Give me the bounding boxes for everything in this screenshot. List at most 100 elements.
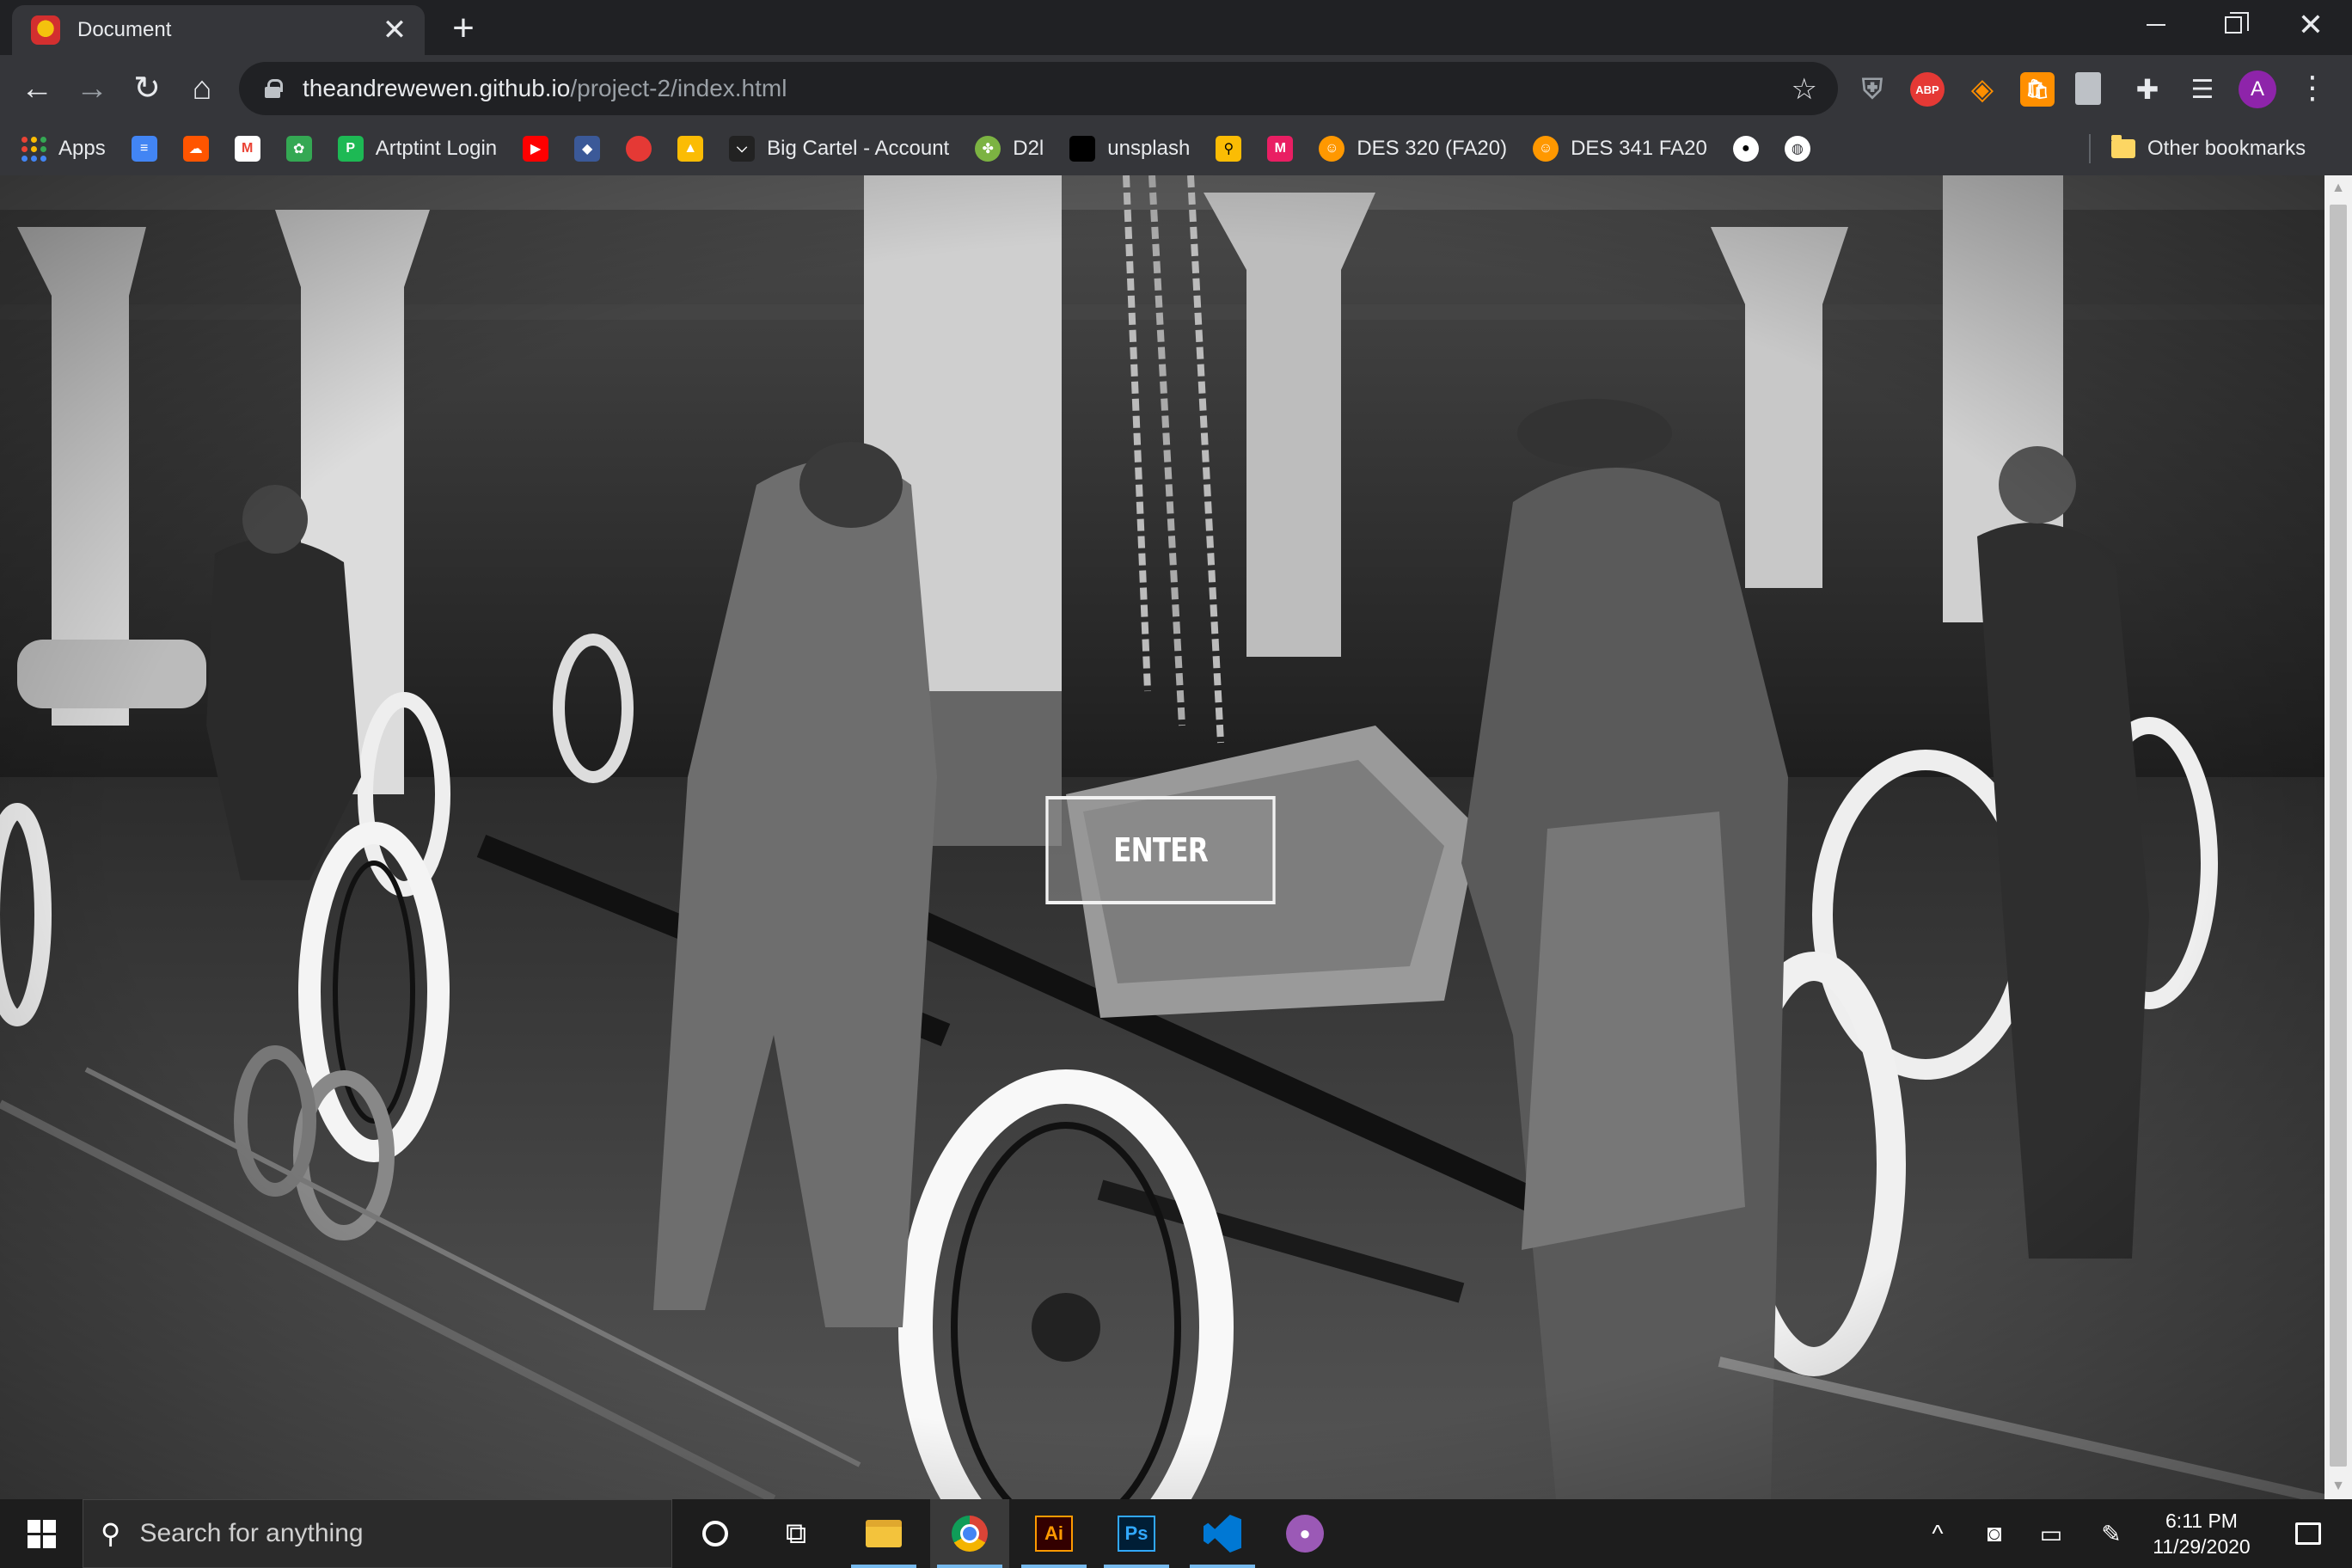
task-view-button[interactable]: ⧉ <box>756 1499 836 1568</box>
taskbar-clock[interactable]: 6:11 PM 11/29/2020 <box>2130 1508 2273 1559</box>
bookmark-globe[interactable]: ◍ <box>1784 127 1810 170</box>
start-button[interactable] <box>0 1499 83 1568</box>
profile-avatar[interactable]: A <box>2239 70 2276 108</box>
pen-icon[interactable]: ✎ <box>2086 1499 2137 1568</box>
bookmark-des-320[interactable]: ☺ DES 320 (FA20) <box>1319 127 1507 170</box>
document-extension-icon[interactable] <box>2075 72 2101 105</box>
vscode-icon <box>1204 1515 1241 1553</box>
page-scrollbar[interactable]: ▲ ▼ <box>2324 175 2352 1499</box>
shield-extension-icon[interactable]: ⛨ <box>1855 72 1890 107</box>
chrome-taskbar-button[interactable] <box>930 1499 1009 1568</box>
bookmark-unsplash[interactable]: unsplash <box>1069 127 1190 170</box>
tab-strip: Document ✕ + ✕ <box>0 0 2352 55</box>
bookmark-des-341[interactable]: ☺ DES 341 FA20 <box>1533 127 1707 170</box>
github-desktop-button[interactable]: ● <box>1265 1499 1344 1568</box>
taskbar-search-box[interactable]: ⚲ Search for anything <box>83 1499 672 1568</box>
green-logo-icon: ✿ <box>285 136 312 162</box>
bookmark-github[interactable]: ● <box>1732 127 1759 170</box>
browser-toolbar: ← → ↻ ⌂ theandrewewen.github.io/project-… <box>0 55 2352 122</box>
adblock-plus-icon[interactable]: ABP <box>1910 72 1945 107</box>
gmail-icon: M <box>234 136 260 162</box>
bookmark-label: Artptint Login <box>375 137 498 160</box>
close-window-button[interactable]: ✕ <box>2271 0 2350 50</box>
cortana-button[interactable] <box>676 1499 755 1568</box>
google-drive-icon: ▲ <box>677 136 704 162</box>
camera-device-icon[interactable]: ◙ <box>1969 1499 2020 1568</box>
scrollbar-thumb[interactable] <box>2330 205 2347 1467</box>
bookmark-d2l[interactable]: ✤ D2l <box>975 127 1044 170</box>
diamond-extension-icon[interactable]: ◈ <box>1965 72 2000 107</box>
chrome-icon <box>952 1516 988 1552</box>
big-cartel-icon: ⌵ <box>729 136 756 162</box>
bookmark-google-docs[interactable]: ≡ <box>131 127 157 170</box>
address-bar[interactable]: theandrewewen.github.io/project-2/index.… <box>239 62 1838 115</box>
show-hidden-icons-chevron-up-icon[interactable]: ^ <box>1912 1499 1963 1568</box>
forward-arrow-icon[interactable]: → <box>69 65 115 112</box>
browser-tab[interactable]: Document ✕ <box>12 5 425 55</box>
bookmarks-divider <box>2089 134 2091 163</box>
restore-button[interactable] <box>2194 0 2273 50</box>
tab-favicon-icon <box>31 15 60 45</box>
bookmark-label: Big Cartel - Account <box>767 137 950 160</box>
restore-icon <box>2225 12 2249 34</box>
scroll-up-arrow-icon[interactable]: ▲ <box>2324 175 2352 201</box>
new-tab-button[interactable]: + <box>440 7 487 50</box>
shopping-bag-extension-icon[interactable]: 🛍 <box>2020 72 2055 107</box>
bookmark-m-badge[interactable]: M <box>1267 127 1294 170</box>
search-magnifier-icon: ⚲ <box>1216 136 1242 162</box>
vscode-button[interactable] <box>1183 1499 1262 1568</box>
globe-icon: ◍ <box>1784 136 1810 162</box>
bookmark-multicolor[interactable] <box>626 127 652 170</box>
battery-icon[interactable]: ▭ <box>2025 1499 2077 1568</box>
photoshop-button[interactable]: Ps <box>1097 1499 1176 1568</box>
scroll-down-arrow-icon[interactable]: ▼ <box>2324 1473 2352 1499</box>
bookmark-youtube[interactable]: ▶ <box>523 127 549 170</box>
bookmark-apps[interactable]: Apps <box>21 127 106 170</box>
bookmark-google-drive[interactable]: ▲ <box>677 127 704 170</box>
back-arrow-icon[interactable]: ← <box>14 65 60 112</box>
illustrator-icon: Ai <box>1035 1516 1073 1552</box>
clock-time: 6:11 PM <box>2165 1510 2238 1532</box>
enter-button[interactable]: ENTER <box>1045 796 1276 904</box>
bookmark-soundcloud[interactable]: ☁ <box>182 127 209 170</box>
lock-icon[interactable] <box>265 79 283 98</box>
media-playlist-icon[interactable]: ☰ <box>2185 72 2220 107</box>
folder-icon <box>866 1520 902 1547</box>
windows-taskbar: ⚲ Search for anything ⧉ Ai Ps ● ^ ◙ ▭ ✎ … <box>0 1499 2352 1568</box>
url-path: /project-2/index.html <box>570 75 787 101</box>
search-icon: ⚲ <box>101 1518 121 1549</box>
illustrator-button[interactable]: Ai <box>1014 1499 1093 1568</box>
bookmark-blue-diamond[interactable]: ◆ <box>574 127 601 170</box>
bookmark-artptint[interactable]: P Artptint Login <box>337 127 498 170</box>
youtube-icon: ▶ <box>523 136 549 162</box>
multicolor-blob-icon <box>626 136 652 162</box>
course-emoji-icon: ☺ <box>1319 136 1345 162</box>
photoshop-icon: Ps <box>1118 1516 1155 1552</box>
blue-diamond-icon: ◆ <box>574 136 601 162</box>
task-view-icon: ⧉ <box>785 1516 807 1550</box>
action-center-button[interactable] <box>2278 1499 2338 1568</box>
home-icon[interactable]: ⌂ <box>179 65 225 112</box>
bookmark-star-icon[interactable]: ☆ <box>1792 72 1817 107</box>
github-icon: ● <box>1732 136 1759 162</box>
extensions-puzzle-icon[interactable]: ✚ <box>2130 72 2165 107</box>
tab-title: Document <box>77 18 172 41</box>
bookmark-green-logo[interactable]: ✿ <box>285 127 312 170</box>
bookmark-search-magnifier[interactable]: ⚲ <box>1216 127 1242 170</box>
course-emoji-icon: ☺ <box>1533 136 1559 162</box>
unsplash-icon <box>1069 136 1096 162</box>
reload-icon[interactable]: ↻ <box>124 65 170 112</box>
bookmark-label: D2l <box>1013 137 1044 160</box>
bookmark-label: Apps <box>58 137 106 160</box>
kebab-menu-icon[interactable]: ⋮ <box>2297 69 2328 107</box>
file-explorer-button[interactable] <box>844 1499 923 1568</box>
other-bookmarks[interactable]: Other bookmarks <box>2111 127 2306 170</box>
bookmark-label: DES 320 (FA20) <box>1357 137 1508 160</box>
url-host: theandrewewen.github.io <box>303 75 571 101</box>
tab-close-icon[interactable]: ✕ <box>380 15 409 45</box>
m-badge-icon: M <box>1267 136 1294 162</box>
minimize-button[interactable] <box>2116 0 2196 50</box>
bookmark-big-cartel[interactable]: ⌵ Big Cartel - Account <box>729 127 949 170</box>
bookmark-gmail[interactable]: M <box>234 127 260 170</box>
artptint-icon: P <box>337 136 364 162</box>
